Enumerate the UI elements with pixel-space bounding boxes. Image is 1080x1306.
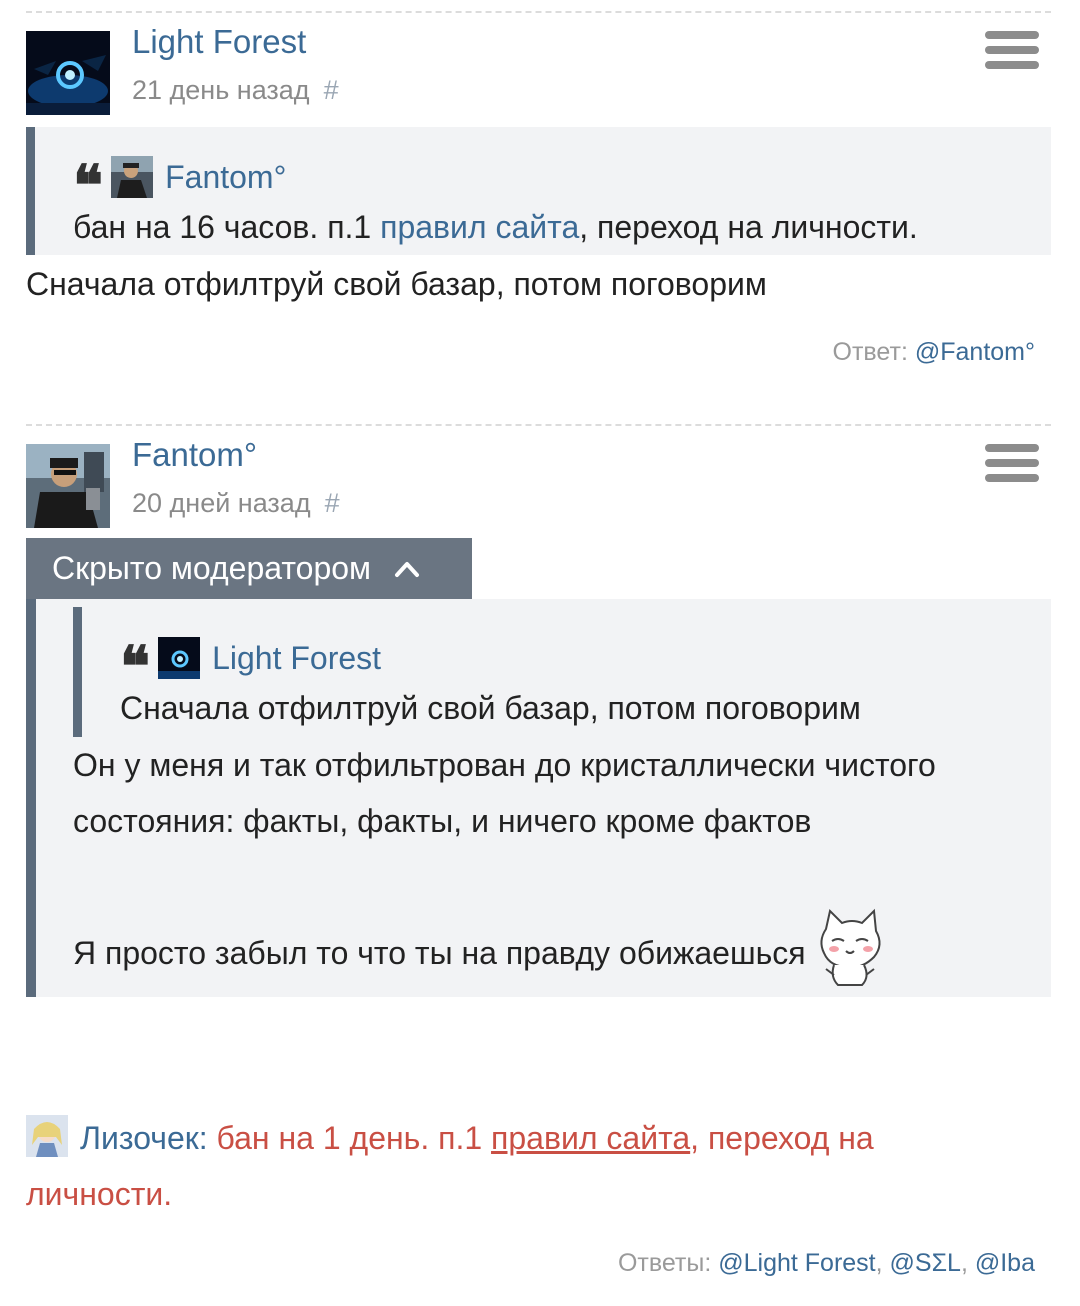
avatar-fantom[interactable] bbox=[26, 444, 110, 528]
comment-divider bbox=[26, 11, 1051, 13]
comment-timestamp: 20 дней назад # bbox=[132, 488, 340, 519]
comment-body-line: Он у меня и так отфильтрован до кристалл… bbox=[73, 747, 936, 783]
avatar-moderator[interactable] bbox=[26, 1115, 68, 1157]
replies-info: Ответы: @Light Forest, @SΣL, @Iba bbox=[617, 1249, 1035, 1277]
quote-text-before: бан на 16 часов. п.1 bbox=[73, 209, 381, 245]
rules-link[interactable]: правил сайта bbox=[491, 1120, 690, 1156]
quote-author-link[interactable]: Light Forest bbox=[212, 640, 381, 677]
hidden-label: Скрыто модератором bbox=[52, 550, 372, 586]
reply-link[interactable]: @SΣL bbox=[890, 1249, 961, 1277]
reply-info: Ответ: @Fantom° bbox=[833, 338, 1035, 367]
moderation-notice: Лизочек: бан на 1 день. п.1 правил сайта… bbox=[26, 1110, 1026, 1222]
comment-author[interactable]: Fantom° bbox=[132, 436, 257, 474]
rules-link[interactable]: правил сайта bbox=[380, 209, 579, 245]
permalink-hash[interactable]: # bbox=[324, 75, 339, 105]
reply-link[interactable]: @Light Forest bbox=[718, 1249, 875, 1277]
moderator-colon: : bbox=[198, 1120, 208, 1156]
hamburger-menu-icon[interactable] bbox=[985, 31, 1039, 75]
quote-bar bbox=[73, 607, 82, 737]
cat-emoji-icon bbox=[820, 908, 881, 986]
avatar-fantom-small[interactable] bbox=[111, 156, 154, 198]
replies-label: Ответы: bbox=[617, 1249, 712, 1277]
timestamp-text: 20 дней назад bbox=[132, 488, 311, 518]
quote-author-link[interactable]: Fantom° bbox=[165, 159, 286, 196]
quote-text-after: , переход на личности. bbox=[579, 209, 918, 245]
permalink-hash[interactable]: # bbox=[325, 488, 340, 518]
chevron-up-icon bbox=[395, 561, 420, 577]
comment-timestamp: 21 день назад # bbox=[132, 75, 339, 106]
comment-divider bbox=[26, 424, 1051, 426]
reply-to-link[interactable]: @Fantom° bbox=[915, 338, 1035, 366]
avatar-light-forest-small[interactable] bbox=[158, 637, 201, 679]
reply-link[interactable]: @Iba bbox=[975, 1249, 1035, 1277]
timestamp-text: 21 день назад bbox=[132, 75, 310, 105]
comment-body-line: Я просто забыл то что ты на правду обижа… bbox=[73, 908, 888, 989]
mod-text-line2: личности. bbox=[26, 1176, 173, 1212]
comment-author[interactable]: Light Forest bbox=[132, 23, 306, 61]
mod-text-before: бан на 1 день. п.1 bbox=[207, 1120, 492, 1156]
mod-text-after: , переход на bbox=[690, 1120, 874, 1156]
comment-body: Сначала отфилтруй свой базар, потом пого… bbox=[26, 266, 767, 302]
hamburger-menu-icon[interactable] bbox=[985, 444, 1039, 488]
avatar-light-forest[interactable] bbox=[26, 31, 110, 115]
quote-text: Сначала отфилтруй свой базар, потом пого… bbox=[120, 690, 861, 726]
moderator-name-link[interactable]: Лизочек bbox=[80, 1120, 199, 1156]
hidden-by-moderator-toggle[interactable]: Скрыто модератором bbox=[26, 538, 472, 599]
quote-text: бан на 16 часов. п.1 правил сайта, перех… bbox=[73, 199, 918, 255]
comment-body-line: состояния: факты, факты, и ничего кроме … bbox=[73, 803, 812, 839]
reply-label: Ответ: bbox=[832, 338, 908, 366]
comment-body-text: Я просто забыл то что ты на правду обижа… bbox=[73, 935, 806, 971]
